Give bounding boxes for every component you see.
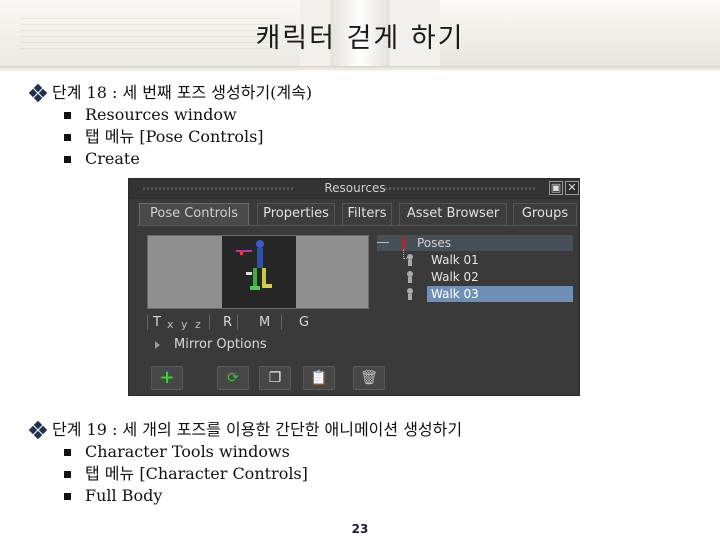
step-18-heading: 단계 18 : 세 번째 포즈 생성하기(계속) xyxy=(28,82,313,104)
refresh-icon[interactable]: ⟳ xyxy=(217,366,249,390)
pose-viewport[interactable] xyxy=(147,235,369,309)
axis-y[interactable]: y xyxy=(181,318,188,331)
tab-filters[interactable]: Filters xyxy=(342,203,392,225)
banner-edge xyxy=(0,66,720,72)
page-number: 23 xyxy=(351,522,369,536)
tree-item-label: Walk 03 xyxy=(427,286,573,302)
tree-item-walk-02[interactable]: Walk 02 xyxy=(377,269,573,285)
list-item-text: Create xyxy=(85,149,140,168)
resources-panel: Resources ▣ ✕ Pose Controls Properties F… xyxy=(128,178,580,396)
pose-icon xyxy=(405,288,415,300)
transform-axes: T x y z R M G xyxy=(147,315,391,331)
pose-folder-icon xyxy=(399,237,409,249)
tab-properties[interactable]: Properties xyxy=(257,203,335,225)
expand-arrow-icon xyxy=(155,340,160,349)
page-title: 캐릭터 걷게 하기 xyxy=(255,23,465,54)
close-icon[interactable]: ✕ xyxy=(565,181,579,195)
panel-title: Resources xyxy=(324,181,386,195)
paste-pose-icon[interactable]: 📋 xyxy=(303,366,335,390)
axis-z[interactable]: z xyxy=(195,318,201,331)
tree-item-label: Walk 02 xyxy=(431,270,479,284)
step-18-label: 단계 18 : 세 번째 포즈 생성하기(계속) xyxy=(52,83,313,102)
pose-icon xyxy=(405,271,415,283)
axis-divider xyxy=(281,315,295,330)
list-item: Create xyxy=(64,148,312,170)
list-item: Resources window xyxy=(64,104,312,126)
panel-titlebar[interactable]: Resources ▣ ✕ xyxy=(129,179,579,199)
step-19-label: 단계 19 : 세 개의 포즈를 이용한 간단한 애니메이션 생성하기 xyxy=(52,420,463,439)
mirror-options-label: Mirror Options xyxy=(174,337,267,352)
dock-icon[interactable]: ▣ xyxy=(549,181,563,195)
copy-pose-icon[interactable]: ❐ xyxy=(259,366,291,390)
tree-item-walk-03[interactable]: Walk 03 xyxy=(377,286,573,302)
list-item-text: Full Body xyxy=(85,486,163,505)
step-18-section: 단계 18 : 세 번째 포즈 생성하기(계속) Resources windo… xyxy=(28,82,313,170)
square-bullet-icon xyxy=(64,448,71,456)
list-item: 탭 메뉴 [Pose Controls] xyxy=(64,126,312,148)
diamond-bullet-icon xyxy=(28,83,48,103)
delete-pose-icon[interactable]: 🗑 xyxy=(353,366,385,390)
tab-pose-controls[interactable]: Pose Controls xyxy=(139,203,249,225)
list-item: Character Tools windows xyxy=(64,441,462,463)
poses-tree: Poses Walk 01 Walk 02 Walk 03 xyxy=(377,235,575,302)
tab-underline xyxy=(137,225,577,226)
square-bullet-icon xyxy=(64,492,71,500)
tab-bar: Pose Controls Properties Filters Asset B… xyxy=(137,203,577,225)
list-item-text: 탭 메뉴 [Pose Controls] xyxy=(85,127,264,146)
list-item: 탭 메뉴 [Character Controls] xyxy=(64,463,462,485)
tree-item-label: Walk 01 xyxy=(431,253,479,267)
character-figure-icon xyxy=(236,240,272,304)
tree-item-walk-01[interactable]: Walk 01 xyxy=(377,252,573,268)
diamond-bullet-icon xyxy=(28,420,48,440)
collapse-icon xyxy=(377,242,389,243)
step-19-section: 단계 19 : 세 개의 포즈를 이용한 간단한 애니메이션 생성하기 Char… xyxy=(28,419,463,507)
list-item: Full Body xyxy=(64,485,462,507)
pose-preview xyxy=(222,236,296,308)
square-bullet-icon xyxy=(64,133,71,141)
axis-divider xyxy=(209,315,223,330)
axis-m[interactable]: M xyxy=(259,315,270,330)
axis-t[interactable]: T xyxy=(153,315,161,330)
tab-groups[interactable]: Groups xyxy=(513,203,577,225)
tab-asset-browser[interactable]: Asset Browser xyxy=(399,203,507,225)
mirror-options-toggle[interactable]: Mirror Options xyxy=(155,337,267,352)
tree-root-label: Poses xyxy=(417,236,452,250)
square-bullet-icon xyxy=(64,470,71,478)
step-19-heading: 단계 19 : 세 개의 포즈를 이용한 간단한 애니메이션 생성하기 xyxy=(28,419,463,441)
list-item-text: Character Tools windows xyxy=(85,442,290,461)
list-item-text: Resources window xyxy=(85,105,237,124)
axis-r[interactable]: R xyxy=(223,315,232,330)
square-bullet-icon xyxy=(64,111,71,119)
axis-divider xyxy=(237,315,251,330)
list-item-text: 탭 메뉴 [Character Controls] xyxy=(85,464,308,483)
axis-x[interactable]: x xyxy=(167,318,174,331)
add-pose-icon[interactable]: + xyxy=(151,366,183,390)
pose-icon xyxy=(405,254,415,266)
axis-g[interactable]: G xyxy=(299,315,309,330)
pose-toolbar: + ⟳ ❐ 📋 🗑 xyxy=(147,366,387,390)
square-bullet-icon xyxy=(64,155,71,163)
